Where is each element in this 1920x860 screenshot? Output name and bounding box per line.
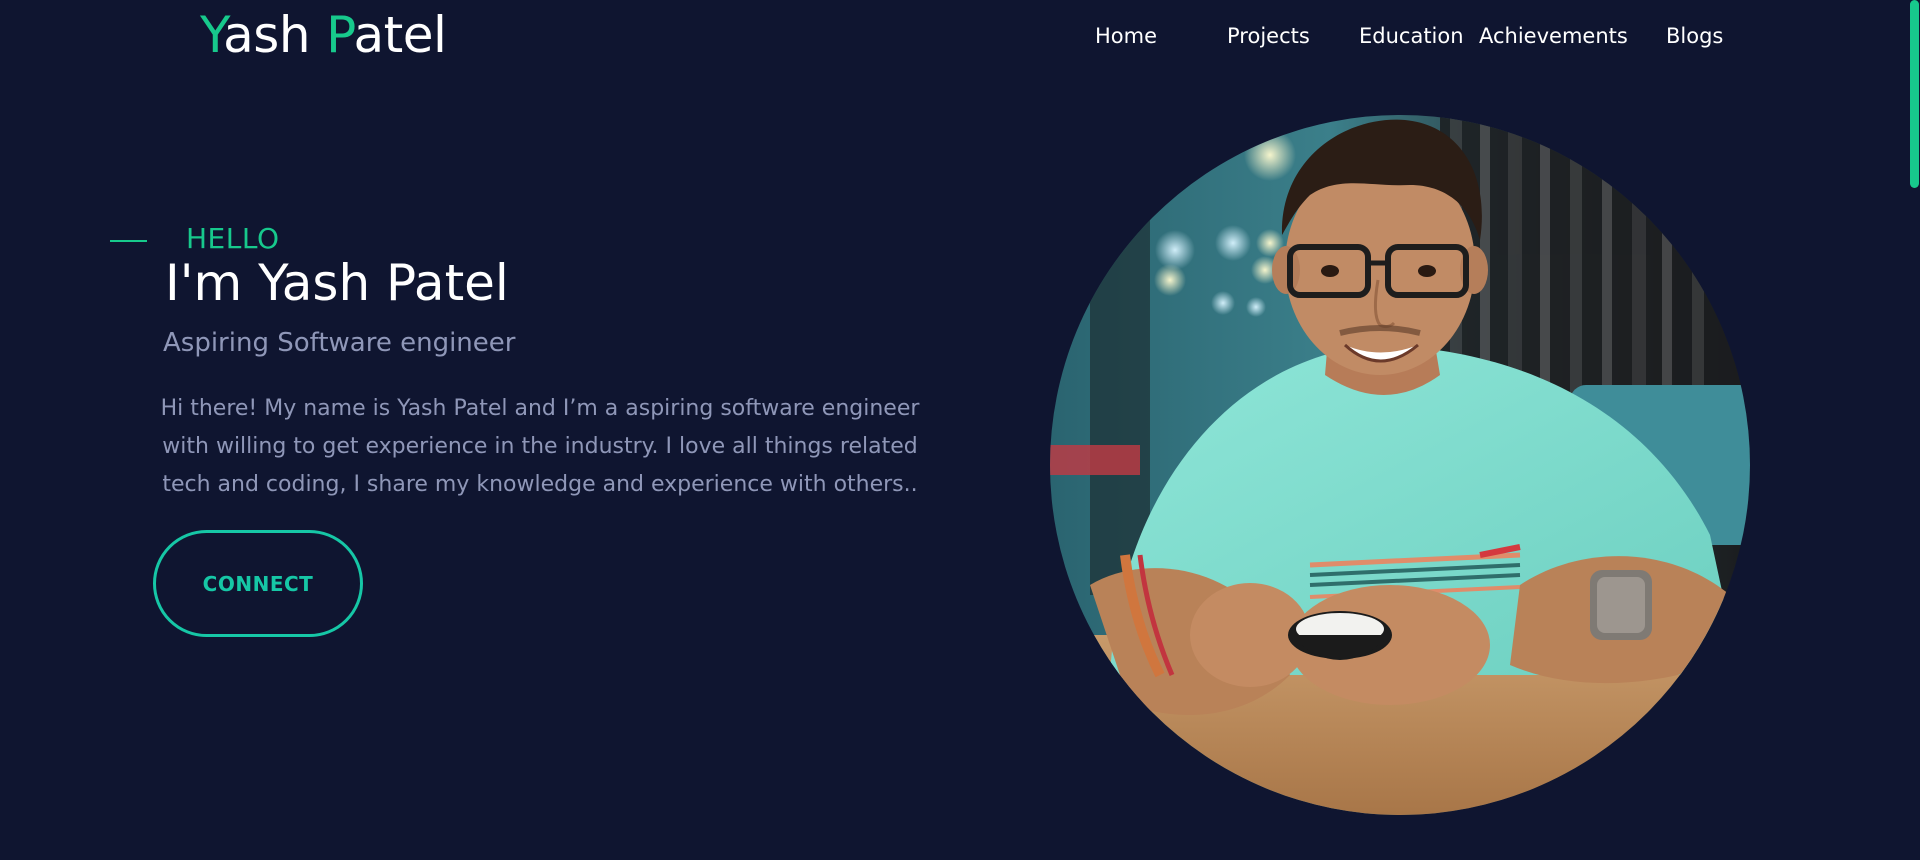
- hero-headline: I'm Yash Patel: [165, 254, 509, 312]
- nav-home[interactable]: Home: [1095, 24, 1157, 48]
- hero-subtitle: Aspiring Software engineer: [163, 328, 516, 358]
- profile-photo-illustration: [1050, 115, 1750, 815]
- nav-achievements[interactable]: Achievements: [1479, 24, 1628, 48]
- connect-button[interactable]: CONNECT: [153, 530, 363, 637]
- nav-education[interactable]: Education: [1359, 24, 1464, 48]
- hero-bio: Hi there! My name is Yash Patel and I’m …: [160, 390, 920, 504]
- bio-line: Hi there! My name is Yash Patel and I’m …: [160, 396, 920, 421]
- portfolio-page: Yash Patel Home Projects Education Achiev…: [0, 0, 1920, 860]
- scrollbar-thumb[interactable]: [1910, 0, 1919, 188]
- main-nav: Home Projects Education Achievements Blo…: [0, 24, 1920, 54]
- page-scrollbar[interactable]: [1910, 0, 1920, 860]
- profile-photo: [1050, 115, 1750, 815]
- nav-blogs[interactable]: Blogs: [1666, 24, 1723, 48]
- greeting: HELLO: [186, 222, 280, 255]
- bio-line: tech and coding, I share my knowledge an…: [162, 472, 918, 497]
- nav-projects[interactable]: Projects: [1227, 24, 1310, 48]
- bio-line: with willing to get experience in the in…: [162, 434, 918, 459]
- greeting-dash: [110, 240, 147, 242]
